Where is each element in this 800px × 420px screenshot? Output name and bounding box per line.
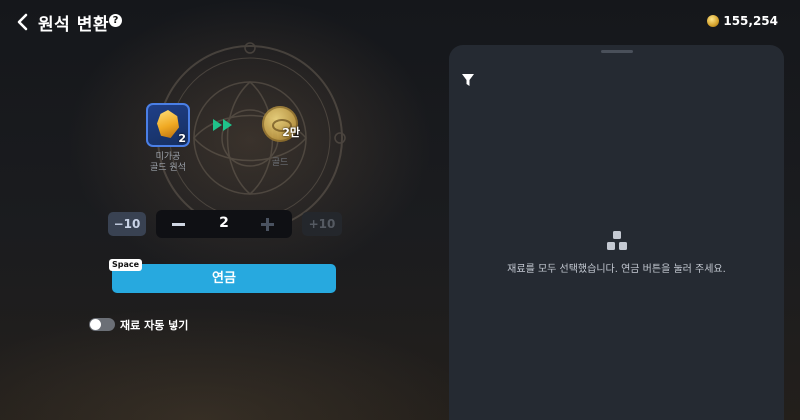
toggle-knob — [90, 319, 101, 330]
help-icon[interactable]: ? — [109, 14, 122, 27]
quantity-value: 2 — [219, 215, 229, 231]
fast-forward-icon — [213, 119, 232, 131]
currency-amount: 155,254 — [723, 14, 778, 28]
result-quantity: 2만 — [282, 126, 300, 139]
back-arrow-icon[interactable] — [12, 11, 34, 33]
empty-state-message: 재료를 모두 선택했습니다. 연금 버튼을 눌러 주세요. — [507, 264, 726, 275]
shortcut-key-badge: Space — [109, 259, 143, 271]
minus-10-button[interactable]: −10 — [108, 212, 146, 236]
materials-panel: 재료를 모두 선택했습니다. 연금 버튼을 눌러 주세요. — [449, 45, 784, 420]
filter-icon[interactable] — [461, 73, 475, 87]
gold-ore-icon — [157, 110, 179, 138]
source-material-name: 미가공 골드 원석 — [150, 152, 186, 173]
source-material-slot[interactable]: 2 — [146, 103, 190, 147]
currency-display: 155,254 — [707, 14, 778, 28]
auto-fill-toggle[interactable] — [89, 318, 115, 331]
source-quantity: 2 — [178, 132, 186, 145]
result-slot: 2만 — [262, 106, 306, 150]
drag-handle[interactable] — [601, 50, 633, 53]
quantity-stepper: 2 — [156, 210, 292, 238]
plus-10-button[interactable]: +10 — [302, 212, 342, 236]
top-bar: 원석 변환 ? 155,254 — [0, 0, 800, 44]
decrement-button[interactable] — [172, 223, 185, 226]
page-title: 원석 변환 — [38, 15, 109, 35]
alchemy-button[interactable]: 연금 — [112, 264, 336, 293]
auto-fill-label: 재료 자동 넣기 — [120, 319, 189, 332]
stack-icon — [607, 231, 627, 250]
gold-coin-icon — [707, 15, 720, 27]
result-name: 골드 — [271, 158, 289, 168]
